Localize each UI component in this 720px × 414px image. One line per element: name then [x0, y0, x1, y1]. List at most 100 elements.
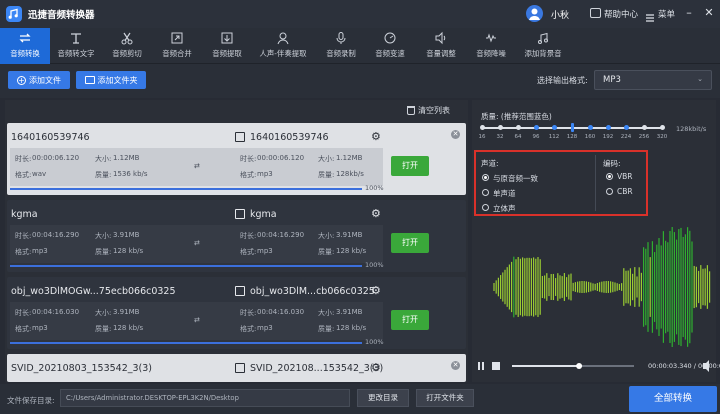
open-button[interactable]: 打开: [391, 310, 429, 330]
duration-value: 00:04:16.030: [32, 308, 80, 316]
tab-audio-extract[interactable]: 音频提取: [204, 28, 250, 64]
scissors-icon: [121, 32, 133, 45]
bitrate-label: 192: [602, 134, 614, 140]
tab-audio-record[interactable]: 音频录制: [318, 28, 364, 64]
output-format-label: 选择输出格式:: [537, 76, 588, 85]
tab-audio-convert[interactable]: 音频转换: [0, 28, 50, 64]
gear-icon[interactable]: ⚙: [371, 284, 381, 297]
edit-icon[interactable]: [235, 132, 245, 142]
save-dir-label: 文件保存目录:: [7, 396, 55, 405]
open-button[interactable]: 打开: [391, 156, 429, 176]
file-card[interactable]: SVID_20210803_153542_3(3) SVID_202108...…: [7, 354, 466, 382]
pause-icon[interactable]: [478, 362, 484, 370]
encoding-radio-cbr[interactable]: [606, 188, 613, 195]
close-icon[interactable]: ✕: [702, 6, 716, 20]
channel-option[interactable]: 单声道: [493, 188, 516, 199]
tab-label: 音频变速: [375, 49, 405, 58]
channel-option[interactable]: 与原音频一致: [493, 173, 538, 184]
tab-audio-cut[interactable]: 音频剪切: [104, 28, 150, 64]
bitrate-dot[interactable]: [570, 123, 574, 132]
duration-label: 时长:: [240, 232, 257, 240]
tab-add-background[interactable]: 添加背景音: [518, 28, 568, 64]
bitrate-dot[interactable]: [551, 125, 557, 130]
output-format-select[interactable]: MP3 ⌄: [594, 70, 712, 90]
menu-link[interactable]: 菜单: [658, 8, 675, 20]
divider: [595, 155, 596, 211]
quality-label: 质量:: [318, 325, 335, 333]
file-card[interactable]: 1640160539746 1640160539746 ⚙ ✕ 时长: 00:0…: [7, 123, 466, 195]
save-dir-input[interactable]: C:/Users/Administrator.DESKTOP-EPL3K2N/D…: [60, 389, 350, 407]
format-label: 格式:: [240, 248, 257, 256]
tab-audio-to-text[interactable]: 音频转文字: [50, 28, 102, 64]
minimize-icon[interactable]: –: [682, 6, 696, 20]
gear-icon[interactable]: ⚙: [371, 130, 381, 143]
tab-audio-merge[interactable]: 音频合并: [154, 28, 200, 64]
open-folder-button[interactable]: 打开文件夹: [416, 389, 474, 407]
output-format: mp3: [257, 247, 273, 255]
size-label: 大小:: [318, 155, 335, 163]
bitrate-dot[interactable]: [623, 125, 629, 130]
channel-radio-stereo[interactable]: [482, 204, 489, 211]
channel-label: 声道:: [481, 159, 499, 168]
file-card[interactable]: kgma kgma ⚙ 时长: 00:04:16.290 大小: 3.91MB …: [7, 200, 466, 272]
channel-option[interactable]: 立体声: [493, 203, 516, 214]
open-button[interactable]: 打开: [391, 233, 429, 253]
denoise-icon: [486, 33, 496, 43]
size-label: 大小:: [95, 155, 112, 163]
output-file-name: obj_wo3DlM...cb066c0325: [250, 286, 375, 297]
close-icon[interactable]: ✕: [451, 361, 460, 370]
encoding-label: 编码:: [603, 159, 621, 168]
edit-icon[interactable]: [235, 209, 245, 219]
convert-all-button[interactable]: 全部转换: [629, 386, 717, 412]
tab-volume-adjust[interactable]: 音量调整: [418, 28, 464, 64]
change-dir-button[interactable]: 更改目录: [357, 389, 409, 407]
channel-radio-original[interactable]: [482, 174, 489, 181]
clear-list-button[interactable]: 清空列表: [418, 105, 450, 116]
bitrate-dot[interactable]: [659, 125, 665, 130]
file-card[interactable]: obj_wo3DlMOGw...75ecb066c0325 obj_wo3DlM…: [7, 277, 466, 349]
bitrate-dot[interactable]: [587, 125, 593, 130]
add-folder-button[interactable]: 添加文件夹: [76, 71, 146, 89]
encoding-option[interactable]: CBR: [617, 187, 633, 196]
username[interactable]: 小秋: [551, 8, 569, 21]
bitrate-dot[interactable]: [605, 125, 611, 130]
size-value: 3.91MB: [113, 231, 140, 239]
menu-icon[interactable]: [645, 8, 655, 22]
bitrate-dot[interactable]: [533, 125, 539, 130]
vocal-icon: [277, 32, 289, 45]
volume-icon: [435, 31, 446, 45]
gear-icon[interactable]: ⚙: [371, 361, 381, 374]
seek-knob[interactable]: [576, 363, 583, 369]
bitrate-dot[interactable]: [515, 125, 521, 130]
bitrate-dot[interactable]: [497, 125, 503, 130]
edit-icon[interactable]: [235, 286, 245, 296]
gear-icon[interactable]: ⚙: [371, 207, 381, 220]
output-format: mp3: [257, 170, 273, 178]
encoding-radio-vbr[interactable]: [606, 173, 613, 180]
size-label: 大小:: [318, 232, 335, 240]
help-center-link[interactable]: 帮助中心: [604, 8, 638, 20]
bitrate-dot[interactable]: [479, 125, 485, 130]
avatar[interactable]: [526, 5, 543, 22]
encoding-option[interactable]: VBR: [617, 172, 633, 181]
quality-label: 质量:: [318, 248, 335, 256]
output-file-name: 1640160539746: [250, 132, 329, 143]
bitrate-dot[interactable]: [641, 125, 647, 130]
file-name: kgma: [11, 209, 38, 220]
tab-audio-denoise[interactable]: 音频降噪: [468, 28, 514, 64]
stop-icon[interactable]: [492, 362, 500, 370]
output-duration: 00:04:16.290: [257, 231, 305, 239]
close-icon[interactable]: ✕: [451, 130, 460, 139]
trash-icon[interactable]: [407, 106, 415, 115]
tab-audio-speed[interactable]: 音频变速: [367, 28, 413, 64]
quality-label: 质量: (推荐范围蓝色): [481, 112, 552, 121]
channel-radio-mono[interactable]: [482, 189, 489, 196]
bitrate-label: 224: [620, 134, 632, 140]
shuffle-icon: ⇄: [194, 162, 200, 170]
add-file-button[interactable]: + 添加文件: [8, 71, 70, 89]
help-icon[interactable]: [590, 8, 601, 18]
output-format: mp3: [257, 324, 273, 332]
quality-label: 质量:: [318, 171, 335, 179]
edit-icon[interactable]: [235, 363, 245, 373]
tab-vocal-extract[interactable]: 人声-伴奏提取: [254, 28, 312, 64]
